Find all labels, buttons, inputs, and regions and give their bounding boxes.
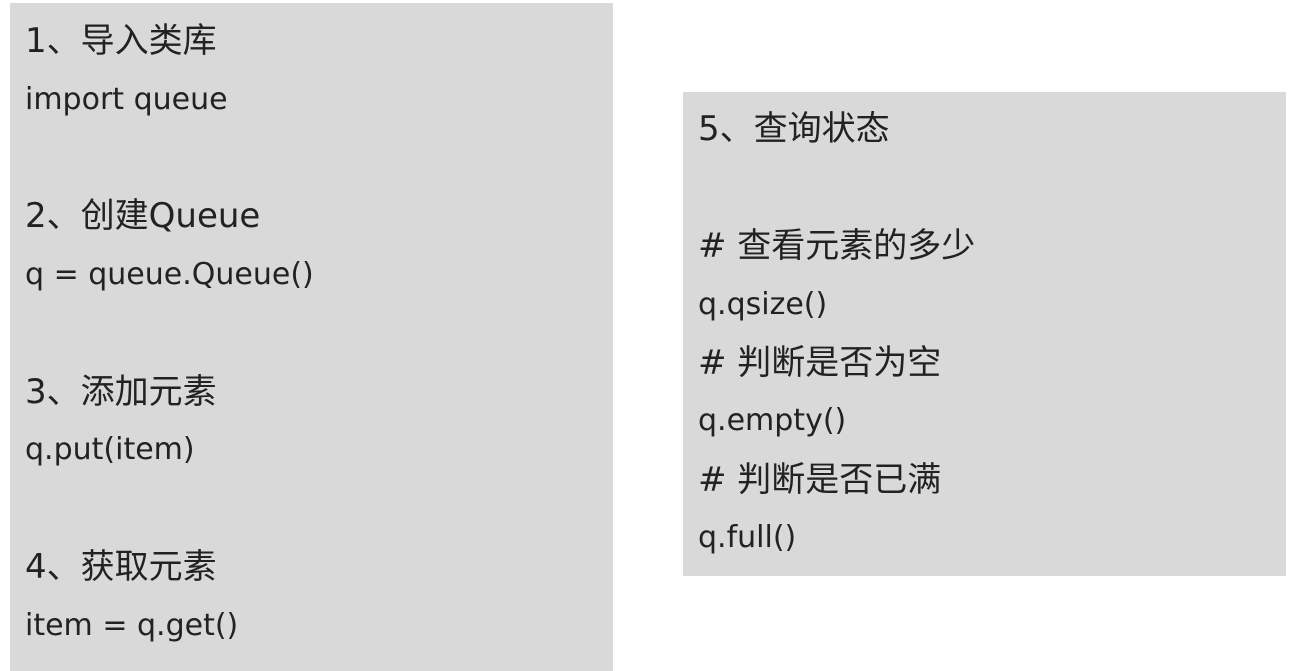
step-3-heading: 3、添加元素 <box>25 372 217 412</box>
empty-code: q.empty() <box>698 403 847 438</box>
full-code: q.full() <box>698 520 797 555</box>
step-1-code: import queue <box>25 82 228 117</box>
left-code-panel: 1、导入类库 import queue 2、创建Queue q = queue.… <box>10 3 613 671</box>
qsize-comment: # 查看元素的多少 <box>698 226 976 266</box>
step-5-heading: 5、查询状态 <box>698 109 890 149</box>
step-1-heading: 1、导入类库 <box>25 21 217 61</box>
step-3-code: q.put(item) <box>25 432 195 467</box>
right-code-panel: 5、查询状态 # 查看元素的多少 q.qsize() # 判断是否为空 q.em… <box>683 92 1286 576</box>
step-2-heading: 2、创建Queue <box>25 196 261 236</box>
full-comment: # 判断是否已满 <box>698 460 942 500</box>
empty-comment: # 判断是否为空 <box>698 343 942 383</box>
qsize-code: q.qsize() <box>698 287 828 322</box>
step-4-code: item = q.get() <box>25 608 239 643</box>
step-2-code: q = queue.Queue() <box>25 257 314 292</box>
step-4-heading: 4、获取元素 <box>25 547 217 587</box>
